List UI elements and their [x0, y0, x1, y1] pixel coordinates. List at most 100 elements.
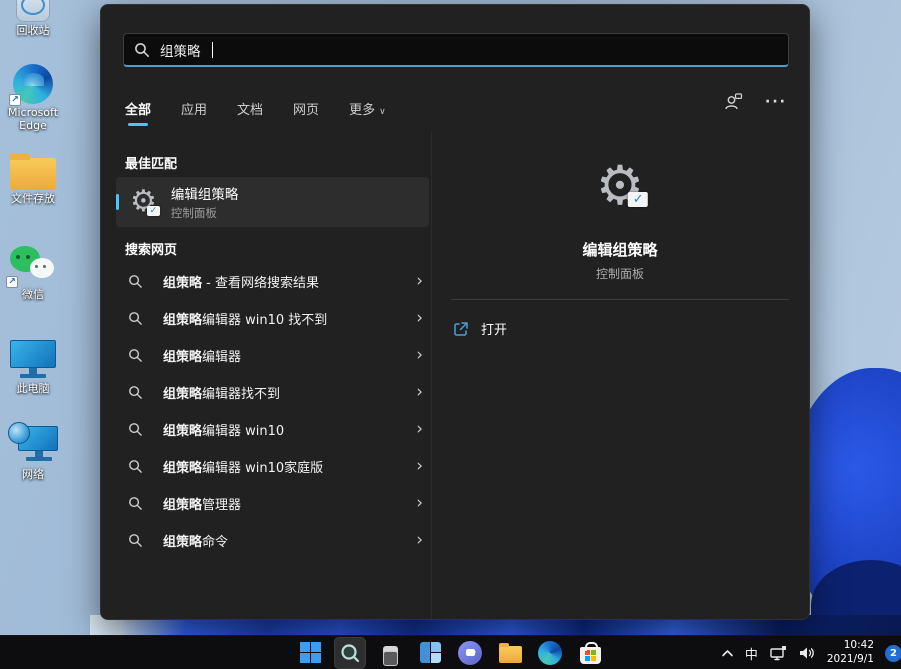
search-icon — [128, 422, 143, 437]
web-search-item[interactable]: 组策略编辑器 win10 找不到 › — [116, 300, 429, 337]
widgets-icon — [420, 642, 441, 663]
edge-icon: ↗ — [13, 64, 53, 104]
store-button[interactable] — [574, 637, 606, 669]
desktop-icon-wechat[interactable]: ↗ 微信 — [2, 246, 64, 302]
account-feedback-icon[interactable] — [724, 93, 743, 111]
web-search-item[interactable]: 组策略编辑器 win10家庭版 › — [116, 448, 429, 485]
desktop-icon-network[interactable]: 网络 — [2, 422, 64, 482]
search-filter-tabs: 全部 应用 文档 网页 更多∨ — [125, 95, 785, 121]
wechat-icon: ↗ — [10, 246, 56, 286]
search-icon — [128, 459, 143, 474]
search-icon — [128, 533, 143, 548]
desktop-icon-this-pc[interactable]: 此电脑 — [2, 340, 64, 396]
chevron-right-icon: › — [416, 495, 423, 512]
web-search-item[interactable]: 组策略命令 › — [116, 522, 429, 559]
check-badge-icon: ✓ — [628, 192, 648, 207]
network-icon — [8, 422, 58, 466]
chevron-right-icon: › — [416, 421, 423, 438]
check-badge-icon: ✓ — [147, 206, 160, 216]
tab-web[interactable]: 网页 — [293, 99, 319, 118]
ime-indicator[interactable]: 中 — [745, 644, 758, 663]
task-view-button[interactable] — [374, 637, 406, 669]
edge-icon — [538, 641, 562, 665]
globe-icon — [8, 422, 30, 444]
search-flyout: 组策略 全部 应用 文档 网页 更多∨ ··· 最佳匹配 ⚙ ✓ 编辑组策略 — [100, 4, 810, 620]
network-icon[interactable] — [769, 645, 787, 661]
gear-icon: ⚙ ✓ — [130, 187, 157, 217]
hidden-icons-chevron[interactable] — [721, 648, 734, 658]
tab-apps[interactable]: 应用 — [181, 99, 207, 118]
desktop-icon-label: 网络 — [22, 469, 44, 482]
search-icon — [128, 348, 143, 363]
web-search-item-label: 组策略编辑器找不到 — [163, 383, 396, 402]
best-match-title: 编辑组策略 — [171, 183, 239, 203]
taskbar-search-button[interactable] — [334, 637, 366, 669]
search-icon — [128, 274, 143, 289]
tab-more[interactable]: 更多∨ — [349, 99, 386, 118]
best-match-header: 最佳匹配 — [125, 153, 177, 172]
notification-badge[interactable]: 2 — [885, 645, 901, 662]
search-icon — [128, 311, 143, 326]
desktop-icon-folder[interactable]: 文件存放 — [2, 152, 64, 206]
open-button[interactable]: 打开 — [453, 319, 507, 338]
chevron-right-icon: › — [416, 347, 423, 364]
web-search-item-label: 组策略编辑器 win10 — [163, 420, 396, 439]
chevron-right-icon: › — [416, 458, 423, 475]
system-tray: 中 10:42 2021/9/1 2 — [721, 636, 899, 669]
web-search-item[interactable]: 组策略编辑器 › — [116, 337, 429, 374]
search-icon — [339, 642, 361, 664]
open-button-label: 打开 — [481, 319, 507, 338]
shortcut-arrow-icon: ↗ — [9, 94, 21, 106]
web-search-item[interactable]: 组策略编辑器 win10 › — [116, 411, 429, 448]
web-search-item-label: 组策略管理器 — [163, 494, 396, 513]
widgets-button[interactable] — [414, 637, 446, 669]
windows-logo-icon — [300, 642, 321, 663]
desktop-icon-label: 微信 — [22, 289, 44, 302]
clock[interactable]: 10:42 2021/9/1 — [827, 639, 874, 666]
volume-icon[interactable] — [798, 645, 816, 661]
web-search-list: 组策略 - 查看网络搜索结果 › 组策略编辑器 win10 找不到 › 组策略编… — [116, 263, 429, 559]
store-bag-icon — [580, 647, 601, 664]
desktop-icon-edge[interactable]: ↗ Microsoft Edge — [2, 64, 64, 132]
open-external-icon — [453, 321, 469, 337]
chevron-down-icon: ∨ — [379, 107, 386, 117]
more-options-icon[interactable]: ··· — [765, 94, 787, 110]
chat-button[interactable] — [454, 637, 486, 669]
web-search-item[interactable]: 组策略管理器 › — [116, 485, 429, 522]
task-view-icon — [378, 641, 402, 665]
preview-divider — [451, 299, 789, 300]
best-match-item[interactable]: ⚙ ✓ 编辑组策略 控制面板 — [116, 177, 429, 227]
clock-date: 2021/9/1 — [827, 653, 874, 667]
selection-accent-bar — [116, 194, 119, 210]
tab-documents[interactable]: 文档 — [237, 99, 263, 118]
tab-all[interactable]: 全部 — [125, 99, 151, 118]
start-button[interactable] — [294, 637, 326, 669]
monitor-icon — [10, 340, 56, 380]
taskbar: 中 10:42 2021/9/1 2 — [0, 635, 901, 669]
web-search-item-label: 组策略 - 查看网络搜索结果 — [163, 272, 396, 291]
desktop-icon-label: Microsoft Edge — [2, 107, 64, 132]
search-query-text: 组策略 — [160, 40, 201, 60]
folder-icon — [499, 646, 522, 663]
search-icon — [128, 496, 143, 511]
search-icon — [128, 385, 143, 400]
web-search-item[interactable]: 组策略 - 查看网络搜索结果 › — [116, 263, 429, 300]
web-search-item[interactable]: 组策略编辑器找不到 › — [116, 374, 429, 411]
chevron-right-icon: › — [416, 384, 423, 401]
search-icon — [134, 42, 150, 58]
desktop-icon-label: 此电脑 — [17, 383, 50, 396]
file-explorer-button[interactable] — [494, 637, 526, 669]
web-search-header: 搜索网页 — [125, 239, 177, 258]
desktop-icon-label: 文件存放 — [11, 193, 55, 206]
chevron-right-icon: › — [416, 310, 423, 327]
web-search-item-label: 组策略编辑器 win10 找不到 — [163, 309, 396, 328]
shortcut-arrow-icon: ↗ — [6, 276, 18, 288]
edge-button[interactable] — [534, 637, 566, 669]
desktop-icon-recycle-bin[interactable]: 回收站 — [2, 0, 64, 38]
chevron-right-icon: › — [416, 273, 423, 290]
text-caret — [212, 42, 213, 58]
search-input[interactable]: 组策略 — [123, 33, 789, 67]
preview-title: 编辑组策略 — [431, 239, 809, 260]
preview-subtitle: 控制面板 — [431, 265, 809, 282]
web-search-item-label: 组策略编辑器 win10家庭版 — [163, 457, 396, 476]
